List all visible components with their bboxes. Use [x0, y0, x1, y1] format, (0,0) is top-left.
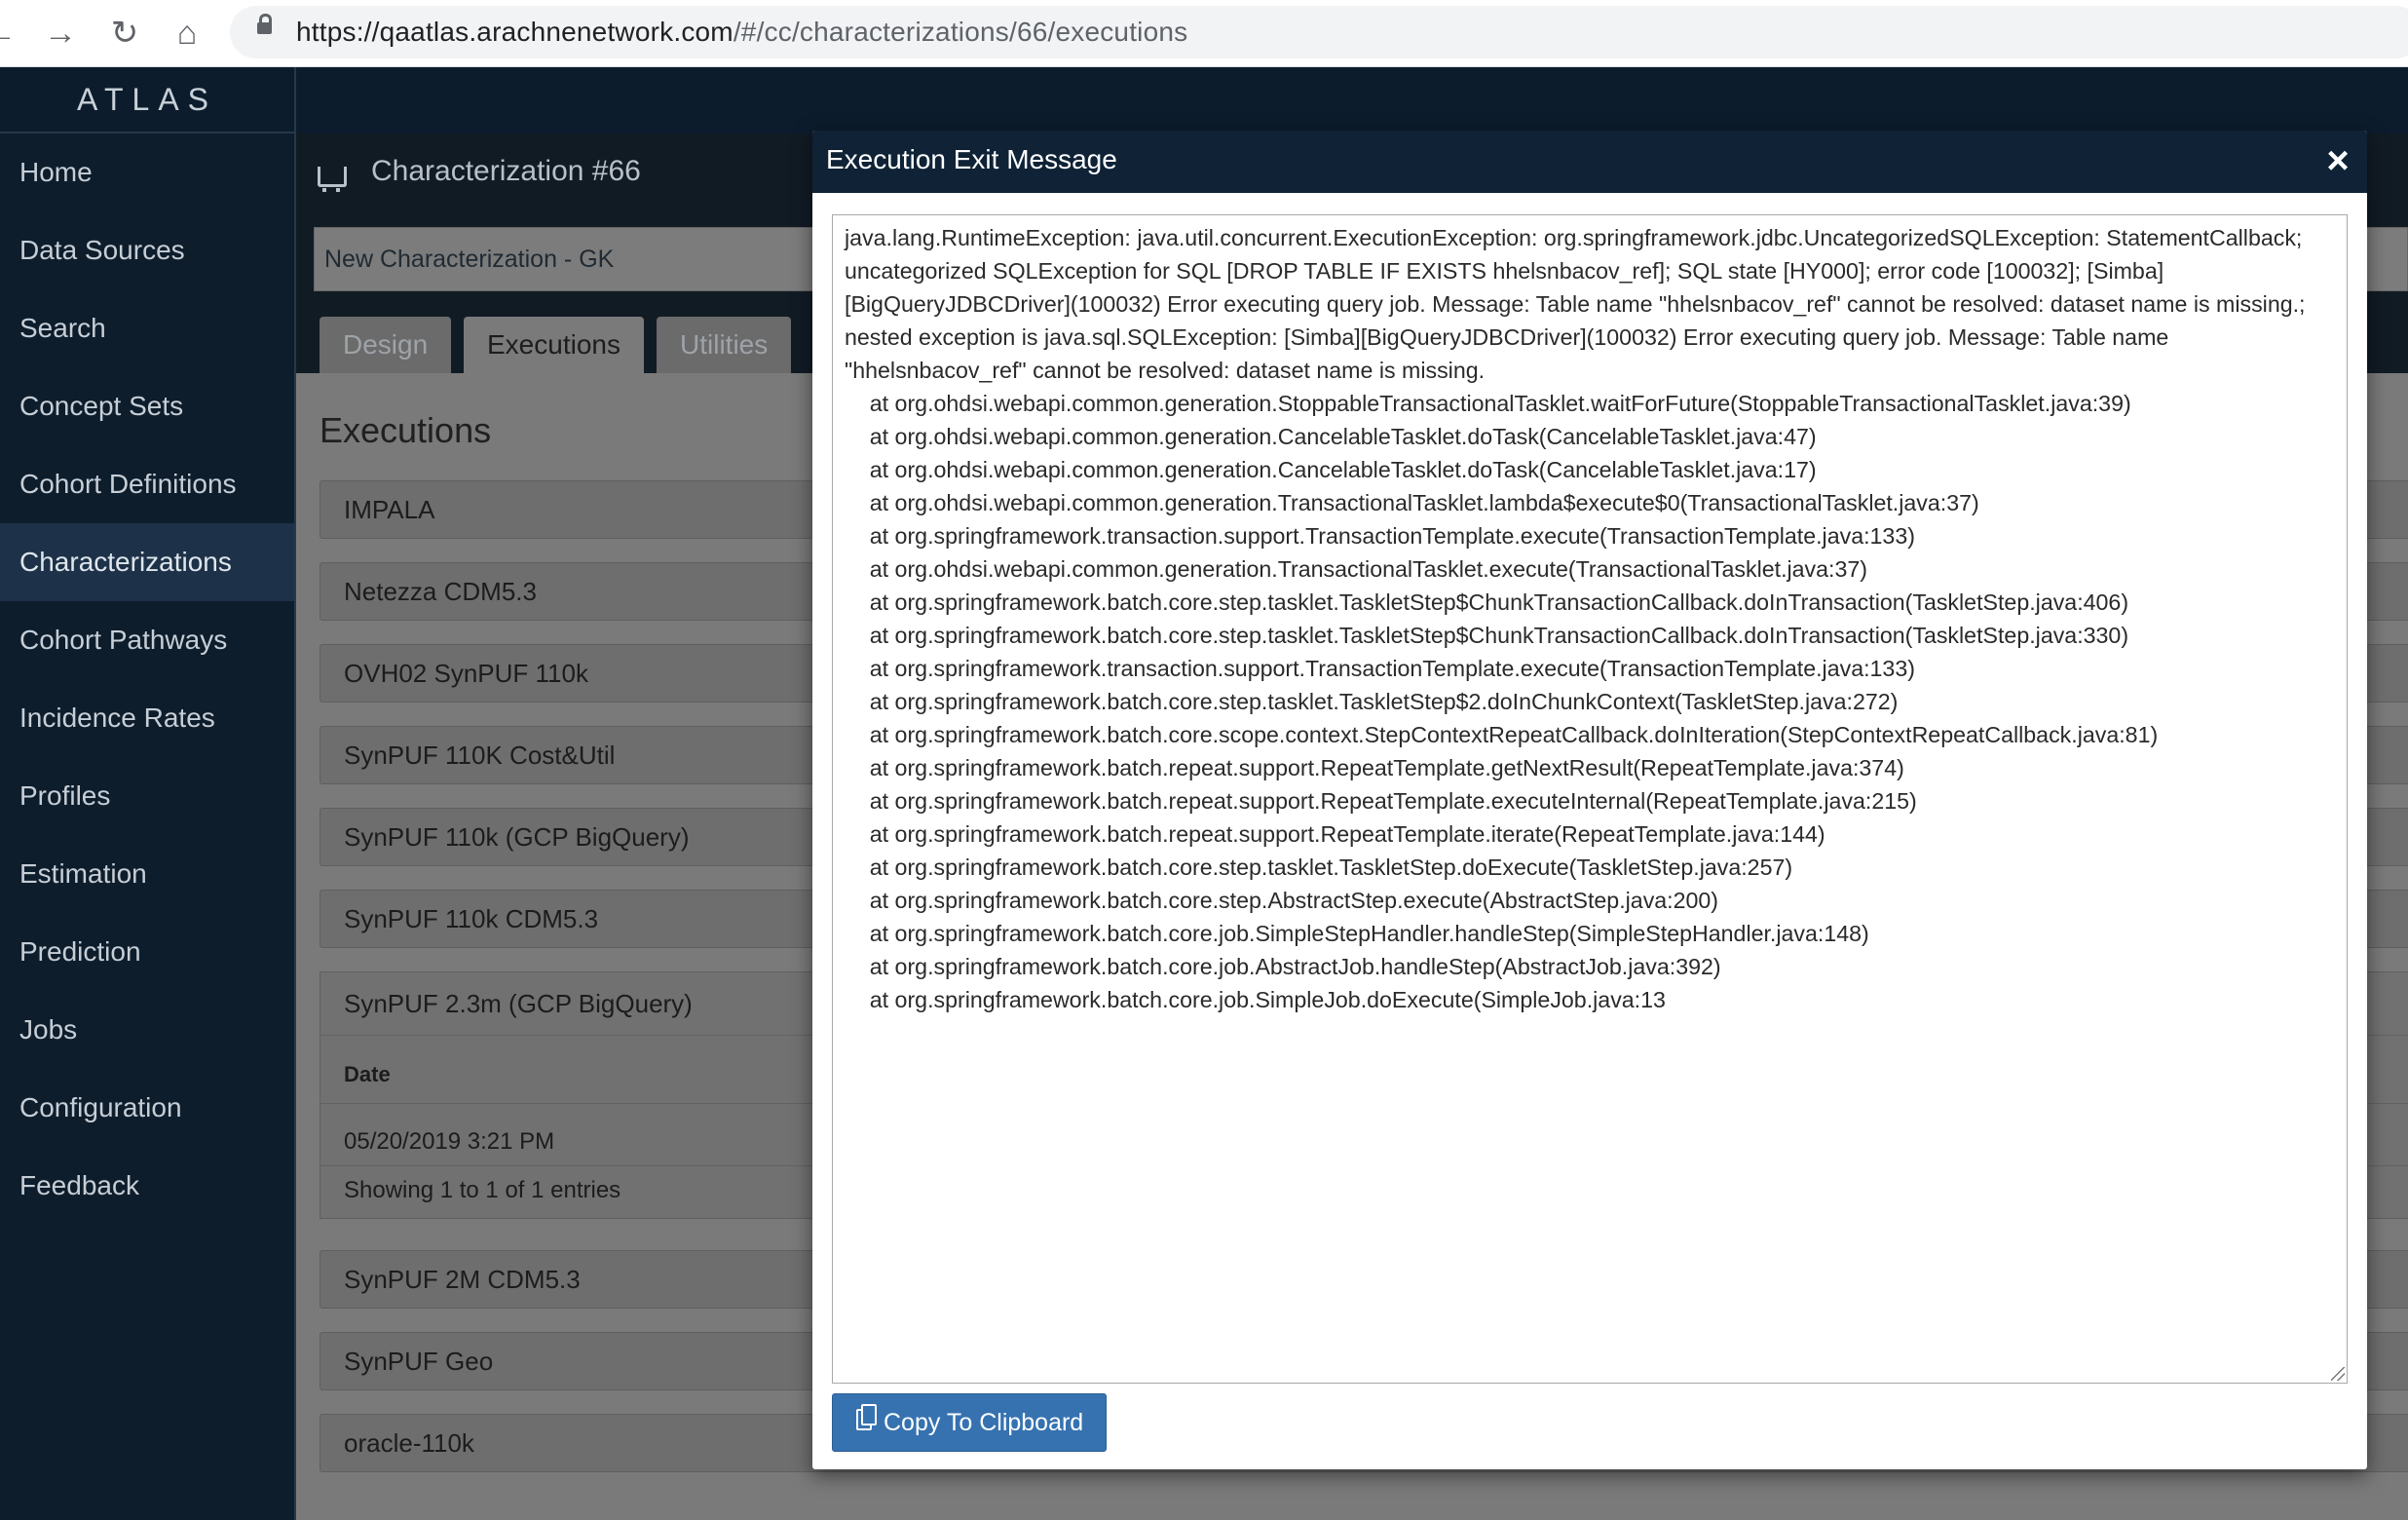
- url-path: /#/cc/characterizations/66/executions: [733, 17, 1188, 47]
- sidebar-item-cohort-definitions[interactable]: Cohort Definitions: [0, 445, 294, 523]
- app-top-bar: [0, 67, 2408, 133]
- resize-handle-icon[interactable]: [2331, 1367, 2345, 1381]
- modal-title: Execution Exit Message: [826, 144, 1117, 174]
- atlas-logo[interactable]: ATLAS: [0, 67, 296, 133]
- home-icon[interactable]: ⌂: [166, 12, 208, 55]
- tab-executions[interactable]: Executions: [464, 317, 644, 373]
- sidebar-item-concept-sets[interactable]: Concept Sets: [0, 367, 294, 445]
- sidebar-item-label: Cohort Definitions: [19, 469, 237, 499]
- tab-utilities[interactable]: Utilities: [657, 317, 792, 373]
- sidebar-item-configuration[interactable]: Configuration: [0, 1069, 294, 1147]
- sidebar-item-label: Estimation: [19, 858, 147, 889]
- reload-icon[interactable]: ↻: [103, 12, 146, 55]
- sidebar-item-jobs[interactable]: Jobs: [0, 991, 294, 1069]
- modal-header: Execution Exit Message ×: [812, 131, 2367, 193]
- lock-icon: [257, 14, 272, 34]
- copy-button-label: Copy To Clipboard: [884, 1409, 1084, 1436]
- sidebar-item-label: Home: [19, 157, 93, 187]
- sidebar-nav: Home Data Sources Search Concept Sets Co…: [0, 133, 296, 1520]
- forward-arrow-icon[interactable]: →: [39, 12, 82, 55]
- exit-message-textarea[interactable]: java.lang.RuntimeException: java.util.co…: [832, 214, 2348, 1384]
- sidebar-item-label: Data Sources: [19, 235, 185, 265]
- address-bar[interactable]: https://qaatlas.arachnenetwork.com/#/cc/…: [230, 6, 2408, 58]
- sidebar-item-label: Feedback: [19, 1170, 139, 1200]
- sidebar-item-label: Search: [19, 313, 106, 343]
- executions-heading: Executions: [320, 410, 492, 450]
- sidebar-item-cohort-pathways[interactable]: Cohort Pathways: [0, 601, 294, 679]
- sidebar-item-label: Configuration: [19, 1092, 182, 1122]
- sidebar-item-label: Incidence Rates: [19, 703, 215, 733]
- cart-icon: [318, 167, 347, 192]
- sidebar-item-label: Concept Sets: [19, 391, 184, 421]
- sidebar-item-profiles[interactable]: Profiles: [0, 757, 294, 835]
- close-icon[interactable]: ×: [2318, 138, 2357, 183]
- back-arrow-icon[interactable]: ←: [0, 12, 21, 55]
- table-info: Showing 1 to 1 of 1 entries: [344, 1177, 621, 1203]
- sidebar-item-label: Profiles: [19, 780, 111, 811]
- sidebar-item-label: Cohort Pathways: [19, 625, 228, 655]
- column-header-date[interactable]: Date: [344, 1062, 391, 1087]
- sidebar-item-search[interactable]: Search: [0, 289, 294, 367]
- browser-toolbar: ← → ↻ ⌂ https://qaatlas.arachnenetwork.c…: [0, 0, 2408, 67]
- copy-to-clipboard-button[interactable]: Copy To Clipboard: [832, 1393, 1107, 1452]
- execution-date-cell: 05/20/2019 3:21 PM: [344, 1128, 555, 1155]
- sidebar-item-home[interactable]: Home: [0, 133, 294, 211]
- sidebar-item-estimation[interactable]: Estimation: [0, 835, 294, 913]
- url-text[interactable]: https://qaatlas.arachnenetwork.com/#/cc/…: [296, 17, 1187, 48]
- page-title: Characterization #66: [371, 155, 641, 187]
- sidebar-item-prediction[interactable]: Prediction: [0, 913, 294, 991]
- sidebar-item-label: Characterizations: [19, 547, 232, 577]
- exit-message-text: java.lang.RuntimeException: java.util.co…: [845, 225, 2306, 1012]
- sidebar-item-characterizations[interactable]: Characterizations: [0, 523, 294, 601]
- sidebar-item-data-sources[interactable]: Data Sources: [0, 211, 294, 289]
- execution-exit-message-modal: Execution Exit Message × java.lang.Runti…: [812, 131, 2367, 1469]
- sidebar-item-incidence-rates[interactable]: Incidence Rates: [0, 679, 294, 757]
- sidebar-item-feedback[interactable]: Feedback: [0, 1147, 294, 1225]
- url-host: https://qaatlas.arachnenetwork.com: [296, 17, 734, 47]
- expanded-source-title[interactable]: SynPUF 2.3m (GCP BigQuery): [344, 972, 693, 1035]
- tab-design[interactable]: Design: [320, 317, 452, 373]
- sidebar-item-label: Jobs: [19, 1014, 78, 1045]
- sidebar-item-label: Prediction: [19, 936, 141, 967]
- clipboard-icon: [856, 1404, 877, 1430]
